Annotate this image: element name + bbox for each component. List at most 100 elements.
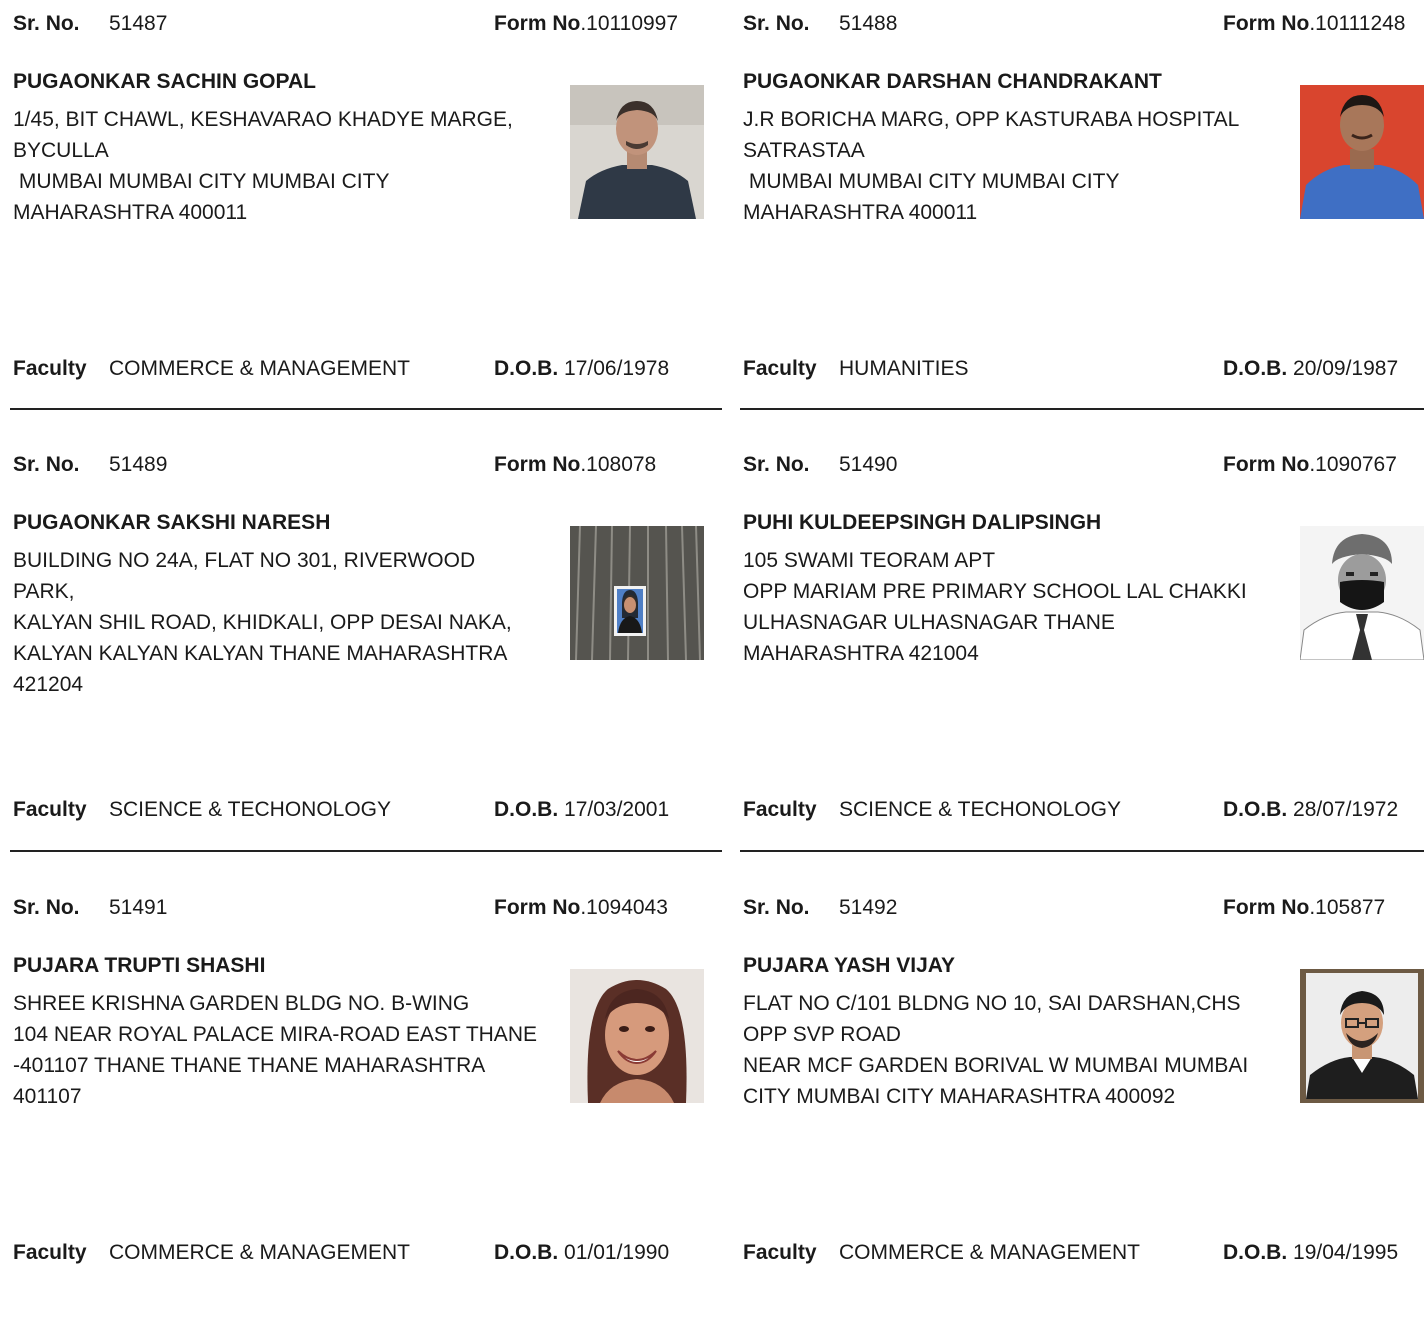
faculty-label: Faculty bbox=[743, 798, 817, 821]
dob: D.O.B. 01/01/1990 bbox=[494, 1241, 669, 1265]
record-header: Sr. No. 51488 Form No.10111248 bbox=[743, 12, 1424, 42]
faculty-label: Faculty bbox=[743, 1241, 817, 1264]
sr-no-value: 51488 bbox=[839, 12, 898, 35]
applicant-address: 105 SWAMI TEORAM APT OPP MARIAM PRE PRIM… bbox=[743, 545, 1283, 669]
faculty-label: Faculty bbox=[13, 357, 87, 380]
dob-value: 28/07/1972 bbox=[1293, 798, 1399, 821]
record-card: Sr. No. 51490 Form No.1090767 PUHI KULDE… bbox=[743, 453, 1424, 895]
faculty-value: HUMANITIES bbox=[839, 357, 969, 380]
dob-label: D.O.B. bbox=[494, 1241, 559, 1264]
applicant-address: BUILDING NO 24A, FLAT NO 301, RIVERWOOD … bbox=[13, 545, 553, 700]
form-no-value: .105877 bbox=[1309, 896, 1386, 919]
applicant-photo bbox=[570, 969, 704, 1103]
address-line: -401107 THANE THANE THANE MAHARASHTRA bbox=[13, 1054, 486, 1077]
form-no-label: Form No bbox=[1223, 896, 1310, 919]
applicant-photo bbox=[570, 85, 704, 219]
faculty-value: COMMERCE & MANAGEMENT bbox=[839, 1241, 1141, 1264]
form-no-value: .1094043 bbox=[580, 896, 668, 919]
dob: D.O.B. 19/04/1995 bbox=[1223, 1241, 1398, 1265]
dob-value: 20/09/1987 bbox=[1293, 357, 1399, 380]
form-no: Form No.10110997 bbox=[494, 12, 678, 36]
separator-line bbox=[740, 850, 1424, 852]
applicant-name: PUGAONKAR SAKSHI NARESH bbox=[13, 511, 331, 534]
record-card: Sr. No. 51487 Form No.10110997 PUGAONKAR… bbox=[13, 12, 713, 454]
address-line: MUMBAI MUMBAI CITY MUMBAI CITY bbox=[743, 170, 1120, 193]
record-header: Sr. No. 51491 Form No.1094043 bbox=[13, 896, 713, 926]
address-line: MAHARASHTRA 400011 bbox=[743, 201, 978, 224]
address-line: 104 NEAR ROYAL PALACE MIRA-ROAD EAST THA… bbox=[13, 1023, 537, 1046]
faculty-value: COMMERCE & MANAGEMENT bbox=[109, 357, 411, 380]
form-no-label: Form No bbox=[1223, 12, 1310, 35]
address-line: NEAR MCF GARDEN BORIVAL W MUMBAI MUMBAI bbox=[743, 1054, 1249, 1077]
faculty-label: Faculty bbox=[13, 798, 87, 821]
dob-label: D.O.B. bbox=[1223, 1241, 1288, 1264]
record-card: Sr. No. 51488 Form No.10111248 PUGAONKAR… bbox=[743, 12, 1424, 454]
record-header: Sr. No. 51489 Form No.108078 bbox=[13, 453, 713, 483]
dob-value: 17/06/1978 bbox=[564, 357, 670, 380]
address-line: 1/45, BIT CHAWL, KESHAVARAO KHADYE MARGE… bbox=[13, 108, 513, 131]
form-no: Form No.10111248 bbox=[1223, 12, 1405, 36]
address-line: ULHASNAGAR ULHASNAGAR THANE bbox=[743, 611, 1115, 634]
sr-no-label: Sr. No. bbox=[743, 896, 810, 919]
form-no: Form No.1090767 bbox=[1223, 453, 1397, 477]
sr-no-label: Sr. No. bbox=[13, 896, 80, 919]
applicant-name: PUJARA TRUPTI SHASHI bbox=[13, 954, 266, 977]
faculty-label: Faculty bbox=[743, 357, 817, 380]
record-header: Sr. No. 51492 Form No.105877 bbox=[743, 896, 1424, 926]
address-line: KALYAN KALYAN KALYAN THANE MAHARASHTRA bbox=[13, 642, 508, 665]
applicant-name: PUGAONKAR SACHIN GOPAL bbox=[13, 70, 316, 93]
record-card: Sr. No. 51491 Form No.1094043 PUJARA TRU… bbox=[13, 896, 713, 1338]
address-line: BUILDING NO 24A, FLAT NO 301, RIVERWOOD bbox=[13, 549, 476, 572]
applicant-photo bbox=[1300, 85, 1424, 219]
form-no-value: .10111248 bbox=[1309, 12, 1406, 35]
faculty-value: SCIENCE & TECHONOLOGY bbox=[109, 798, 392, 821]
address-line: 105 SWAMI TEORAM APT bbox=[743, 549, 996, 572]
sr-no-value: 51491 bbox=[109, 896, 168, 919]
dob: D.O.B. 20/09/1987 bbox=[1223, 357, 1398, 381]
dob-value: 01/01/1990 bbox=[564, 1241, 670, 1264]
address-line: FLAT NO C/101 BLDNG NO 10, SAI DARSHAN,C… bbox=[743, 992, 1241, 1015]
sr-no-label: Sr. No. bbox=[743, 12, 810, 35]
faculty-label: Faculty bbox=[13, 1241, 87, 1264]
address-line: KALYAN SHIL ROAD, KHIDKALI, OPP DESAI NA… bbox=[13, 611, 512, 634]
form-no: Form No.108078 bbox=[494, 453, 656, 477]
record-header: Sr. No. 51490 Form No.1090767 bbox=[743, 453, 1424, 483]
dob: D.O.B. 17/03/2001 bbox=[494, 798, 669, 822]
applicant-name: PUHI KULDEEPSINGH DALIPSINGH bbox=[743, 511, 1102, 534]
applicant-address: J.R BORICHA MARG, OPP KASTURABA HOSPITAL… bbox=[743, 104, 1283, 228]
form-no-value: .1090767 bbox=[1309, 453, 1397, 476]
form-no: Form No.1094043 bbox=[494, 896, 668, 920]
sr-no-label: Sr. No. bbox=[13, 12, 80, 35]
sr-no-value: 51492 bbox=[839, 896, 898, 919]
separator-line bbox=[10, 850, 722, 852]
dob-label: D.O.B. bbox=[494, 798, 559, 821]
dob-label: D.O.B. bbox=[494, 357, 559, 380]
record-card: Sr. No. 51492 Form No.105877 PUJARA YASH… bbox=[743, 896, 1424, 1338]
record-card: Sr. No. 51489 Form No.108078 PUGAONKAR S… bbox=[13, 453, 713, 895]
faculty-value: COMMERCE & MANAGEMENT bbox=[109, 1241, 411, 1264]
dob: D.O.B. 28/07/1972 bbox=[1223, 798, 1398, 822]
address-line: BYCULLA bbox=[13, 139, 109, 162]
address-line: MAHARASHTRA 400011 bbox=[13, 201, 248, 224]
separator-line bbox=[740, 408, 1424, 410]
address-line: PARK, bbox=[13, 580, 75, 603]
form-no-label: Form No bbox=[494, 896, 581, 919]
form-no-label: Form No bbox=[1223, 453, 1310, 476]
address-line: J.R BORICHA MARG, OPP KASTURABA HOSPITAL bbox=[743, 108, 1240, 131]
sr-no-value: 51489 bbox=[109, 453, 168, 476]
applicant-photo bbox=[1300, 526, 1424, 660]
applicant-address: SHREE KRISHNA GARDEN BLDG NO. B-WING 104… bbox=[13, 988, 553, 1112]
dob-value: 17/03/2001 bbox=[564, 798, 670, 821]
dob: D.O.B. 17/06/1978 bbox=[494, 357, 669, 381]
dob-label: D.O.B. bbox=[1223, 357, 1288, 380]
address-line: MUMBAI MUMBAI CITY MUMBAI CITY bbox=[13, 170, 390, 193]
sr-no-label: Sr. No. bbox=[743, 453, 810, 476]
applicant-name: PUJARA YASH VIJAY bbox=[743, 954, 956, 977]
separator-line bbox=[10, 408, 722, 410]
form-no-value: .10110997 bbox=[580, 12, 679, 35]
form-no-label: Form No bbox=[494, 453, 581, 476]
form-no-value: .108078 bbox=[580, 453, 657, 476]
sr-no-value: 51487 bbox=[109, 12, 168, 35]
applicant-address: FLAT NO C/101 BLDNG NO 10, SAI DARSHAN,C… bbox=[743, 988, 1283, 1112]
record-header: Sr. No. 51487 Form No.10110997 bbox=[13, 12, 713, 42]
